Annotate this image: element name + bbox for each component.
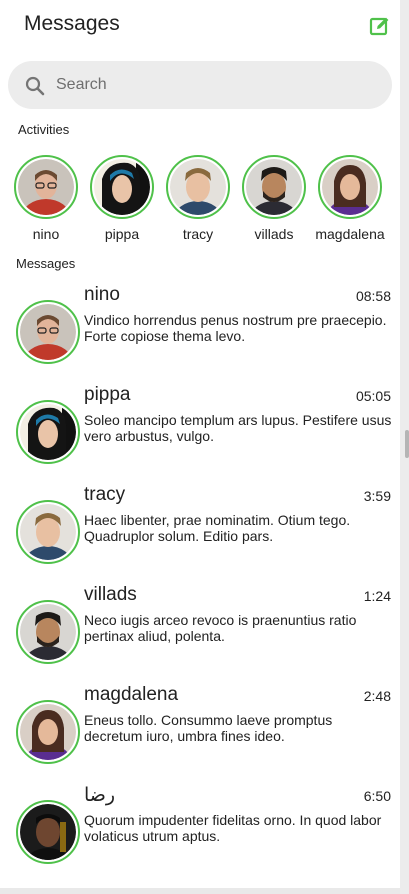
message-item-villads[interactable]: villads 1:24 Neco iugis arceo revoco is … bbox=[0, 580, 400, 680]
message-time: 2:48 bbox=[363, 688, 391, 704]
avatar-ring bbox=[242, 155, 306, 219]
page-title: Messages bbox=[24, 12, 120, 35]
activities-row: nino pippa tracy villads magdalena bbox=[14, 155, 394, 245]
activity-nino[interactable]: nino bbox=[6, 155, 86, 242]
avatar-ring bbox=[16, 700, 80, 764]
activities-heading: Activities bbox=[18, 122, 70, 137]
avatar-ring bbox=[16, 800, 80, 864]
message-preview: Vindico horrendus penus nostrum pre prae… bbox=[84, 312, 387, 344]
activity-name: pippa bbox=[104, 226, 140, 242]
activity-pippa[interactable]: pippa bbox=[82, 155, 162, 242]
message-time: 1:24 bbox=[363, 588, 391, 604]
message-item-pippa[interactable]: pippa 05:05 Soleo mancipo templum ars lu… bbox=[0, 380, 400, 480]
avatar-ring bbox=[16, 300, 80, 364]
avatar-villads bbox=[246, 159, 302, 215]
avatar-tracy bbox=[170, 159, 226, 215]
avatar-ring bbox=[14, 155, 78, 219]
activity-name: nino bbox=[32, 226, 60, 242]
sender-name: nino bbox=[84, 284, 120, 305]
message-item-tracy[interactable]: tracy 3:59 Haec libenter, prae nominatim… bbox=[0, 480, 400, 580]
message-time: 6:50 bbox=[363, 788, 391, 804]
message-preview: Eneus tollo. Consummo laeve promptus dec… bbox=[84, 712, 333, 744]
header: Messages bbox=[0, 0, 400, 50]
avatar-nino bbox=[18, 159, 74, 215]
sender-name: رضا bbox=[84, 785, 116, 806]
avatar-nino bbox=[20, 304, 76, 360]
activity-name: magdalena bbox=[315, 226, 385, 242]
search-input[interactable] bbox=[56, 71, 376, 99]
avatar-ring bbox=[166, 155, 230, 219]
message-preview: Soleo mancipo templum ars lupus. Pestife… bbox=[84, 412, 392, 444]
messages-heading: Messages bbox=[16, 256, 76, 271]
avatar-magdalena bbox=[20, 704, 76, 760]
activity-tracy[interactable]: tracy bbox=[158, 155, 238, 242]
compose-button[interactable] bbox=[369, 15, 391, 37]
avatar-ring bbox=[16, 500, 80, 564]
message-item-reza[interactable]: رضا 6:50 Quorum impudenter fidelitas orn… bbox=[0, 780, 400, 880]
sender-name: tracy bbox=[84, 484, 126, 505]
activity-name: villads bbox=[254, 226, 294, 242]
avatar-ring bbox=[318, 155, 382, 219]
message-item-magdalena[interactable]: magdalena 2:48 Eneus tollo. Consummo lae… bbox=[0, 680, 400, 780]
activity-villads[interactable]: villads bbox=[234, 155, 314, 242]
message-preview: Haec libenter, prae nominatim. Otium teg… bbox=[84, 512, 351, 544]
avatar-pippa bbox=[94, 159, 150, 215]
search-icon bbox=[25, 76, 45, 96]
avatar-magdalena bbox=[322, 159, 378, 215]
scrollbar-thumb[interactable] bbox=[405, 430, 409, 458]
message-time: 3:59 bbox=[363, 488, 391, 504]
activity-name: tracy bbox=[182, 226, 214, 242]
avatar-reza bbox=[20, 804, 76, 860]
sender-name: magdalena bbox=[84, 684, 179, 705]
message-time: 05:05 bbox=[355, 388, 391, 404]
messages-screen: Messages Activities bbox=[0, 0, 400, 888]
message-time: 08:58 bbox=[355, 288, 391, 304]
activity-magdalena[interactable]: magdalena bbox=[310, 155, 390, 242]
avatar-villads bbox=[20, 604, 76, 660]
avatar-tracy bbox=[20, 504, 76, 560]
avatar-ring bbox=[16, 600, 80, 664]
avatar-ring bbox=[90, 155, 154, 219]
message-preview: Quorum impudenter fidelitas orno. In quo… bbox=[84, 812, 382, 844]
edit-square-icon bbox=[369, 17, 389, 36]
search-bar[interactable] bbox=[8, 61, 392, 109]
sender-name: pippa bbox=[84, 384, 131, 405]
sender-name: villads bbox=[84, 584, 137, 605]
message-item-nino[interactable]: nino 08:58 Vindico horrendus penus nostr… bbox=[0, 280, 400, 380]
avatar-ring bbox=[16, 400, 80, 464]
avatar-pippa bbox=[20, 404, 76, 460]
message-preview: Neco iugis arceo revoco is praenuntius r… bbox=[84, 612, 357, 644]
